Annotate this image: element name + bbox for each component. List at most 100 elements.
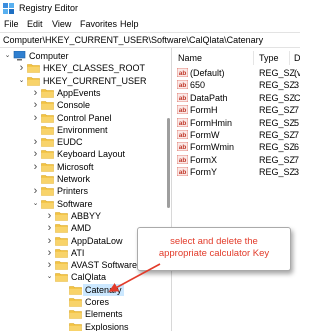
- tree-item-label: Control Panel: [57, 112, 112, 123]
- value-row[interactable]: ab FormX REG_SZ 7: [173, 154, 300, 166]
- value-row[interactable]: ab FormY REG_SZ 3: [173, 166, 300, 178]
- tree-item-cores[interactable]: Cores: [60, 296, 170, 308]
- no-chevron: [60, 284, 67, 296]
- folder-icon: [41, 199, 54, 209]
- value-type: REG_SZ: [259, 167, 296, 178]
- menu-edit[interactable]: Edit: [27, 19, 43, 29]
- tree-scrollbar-thumb[interactable]: [167, 118, 170, 208]
- tree-item-label: Microsoft: [57, 161, 94, 172]
- column-divider[interactable]: [289, 51, 290, 65]
- values-list[interactable]: Name Type D ab (Default) REG_SZ (v ab 650 REG_…: [173, 48, 300, 331]
- no-chevron: [32, 124, 39, 136]
- chevron-right-icon[interactable]: ›: [32, 87, 39, 99]
- svg-text:ab: ab: [179, 169, 187, 176]
- address-path[interactable]: Computer\HKEY_CURRENT_USER\Software\CalQ…: [3, 35, 263, 45]
- value-row[interactable]: ab (Default) REG_SZ (v: [173, 67, 300, 79]
- value-name: FormX: [190, 154, 217, 165]
- value-data: 3: [294, 80, 300, 91]
- tree-item-computer[interactable]: ⌄ Computer: [4, 50, 164, 62]
- svg-text:ab: ab: [179, 120, 187, 127]
- value-row[interactable]: ab FormH REG_SZ 7: [173, 104, 300, 116]
- column-header-type[interactable]: Type: [259, 53, 279, 63]
- value-data: 7: [294, 130, 300, 140]
- value-row[interactable]: ab FormWmin REG_SZ 6: [173, 141, 300, 153]
- value-data: C: [294, 92, 300, 103]
- value-name: DataPath: [190, 92, 228, 103]
- folder-icon: [41, 138, 54, 147]
- chevron-right-icon[interactable]: ›: [46, 259, 53, 271]
- chevron-down-icon[interactable]: ⌄: [32, 198, 39, 210]
- column-divider[interactable]: [253, 51, 254, 65]
- key-tree[interactable]: ⌄ Computer › HKEY_CLASSES_ROOT ⌄ HKEY_CURRENT…: [0, 48, 170, 331]
- tree-item-explosions[interactable]: Explosions: [60, 321, 170, 331]
- value-name: FormH: [190, 105, 218, 116]
- pane-splitter[interactable]: [171, 48, 172, 331]
- string-value-icon: ab: [177, 117, 188, 127]
- tree-item-keyboard-layout[interactable]: › Keyboard Layout: [32, 148, 170, 160]
- tree-item-printers[interactable]: › Printers: [32, 185, 170, 197]
- chevron-right-icon[interactable]: ›: [32, 99, 39, 111]
- tree-item-console[interactable]: › Console: [32, 99, 170, 111]
- tree-item-microsoft[interactable]: › Microsoft: [32, 161, 170, 173]
- tree-item-hkey-current-user[interactable]: ⌄ HKEY_CURRENT_USER: [18, 75, 170, 87]
- chevron-right-icon[interactable]: ›: [32, 112, 39, 124]
- tree-item-catenary[interactable]: Catenary: [60, 283, 170, 296]
- tree-item-calqlata[interactable]: ⌄ CalQlata: [46, 271, 170, 283]
- column-header-data[interactable]: D: [294, 53, 300, 63]
- folder-icon: [69, 298, 82, 307]
- tree-item-label: Console: [57, 100, 91, 111]
- tree-item-abbyy[interactable]: › ABBYY: [46, 210, 170, 222]
- chevron-down-icon[interactable]: ⌄: [46, 271, 53, 283]
- tree-item-label: HKEY_CLASSES_ROOT: [43, 63, 146, 74]
- folder-icon: [55, 224, 68, 233]
- folder-icon: [69, 285, 82, 295]
- chevron-right-icon[interactable]: ›: [46, 247, 53, 259]
- annotation-callout: select and delete the appropriate calcul…: [137, 227, 291, 271]
- chevron-right-icon[interactable]: ›: [32, 185, 39, 197]
- value-row[interactable]: ab DataPath REG_SZ C: [173, 92, 300, 104]
- value-type: REG_SZ: [259, 80, 296, 91]
- menu-view[interactable]: View: [52, 19, 71, 29]
- svg-text:ab: ab: [179, 95, 187, 102]
- column-header-name[interactable]: Name: [178, 53, 202, 63]
- value-name: 650: [190, 80, 206, 91]
- tree-item-label: CalQlata: [71, 272, 107, 283]
- chevron-down-icon[interactable]: ⌄: [4, 50, 11, 62]
- address-bar[interactable]: Computer\HKEY_CURRENT_USER\Software\CalQ…: [0, 32, 300, 48]
- tree-item-network[interactable]: Network: [32, 173, 170, 185]
- tree-item-elements[interactable]: Elements: [60, 308, 170, 320]
- folder-icon: [41, 162, 54, 172]
- folder-icon: [41, 113, 54, 123]
- value-row[interactable]: ab 650 REG_SZ 3: [173, 79, 300, 91]
- tree-item-software[interactable]: ⌄ Software: [32, 198, 170, 210]
- chevron-right-icon[interactable]: ›: [18, 62, 25, 74]
- tree-item-appevents[interactable]: › AppEvents: [32, 87, 170, 99]
- menu-favorites[interactable]: Favorites: [80, 19, 117, 29]
- folder-icon: [41, 175, 54, 184]
- tree-item-eudc[interactable]: › EUDC: [32, 136, 170, 148]
- value-type: REG_SZ: [259, 130, 296, 140]
- chevron-right-icon[interactable]: ›: [32, 148, 39, 160]
- value-row[interactable]: ab FormHmin REG_SZ 5: [173, 117, 300, 129]
- string-value-icon: ab: [177, 167, 188, 177]
- value-row[interactable]: ab FormW REG_SZ 7: [173, 129, 300, 141]
- tree-item-label: Software: [57, 198, 93, 209]
- tree-item-control-panel[interactable]: › Control Panel: [32, 112, 170, 124]
- tree-item-label: Printers: [57, 186, 89, 197]
- menu-help[interactable]: Help: [120, 19, 139, 29]
- folder-icon: [41, 150, 54, 160]
- tree-item-environment[interactable]: Environment: [32, 124, 170, 136]
- chevron-right-icon[interactable]: ›: [32, 136, 39, 148]
- chevron-right-icon[interactable]: ›: [46, 235, 53, 247]
- chevron-right-icon[interactable]: ›: [46, 210, 53, 222]
- tree-item-hkey-classes-root[interactable]: › HKEY_CLASSES_ROOT: [18, 62, 170, 74]
- chevron-down-icon[interactable]: ⌄: [18, 75, 25, 87]
- tree-scrollbar[interactable]: [166, 48, 170, 331]
- chevron-right-icon[interactable]: ›: [32, 161, 39, 173]
- folder-icon: [69, 322, 82, 331]
- value-name: FormW: [190, 130, 220, 140]
- chevron-right-icon[interactable]: ›: [46, 222, 53, 234]
- folder-icon: [41, 125, 54, 135]
- folder-icon: [55, 236, 68, 246]
- menu-file[interactable]: File: [4, 19, 19, 29]
